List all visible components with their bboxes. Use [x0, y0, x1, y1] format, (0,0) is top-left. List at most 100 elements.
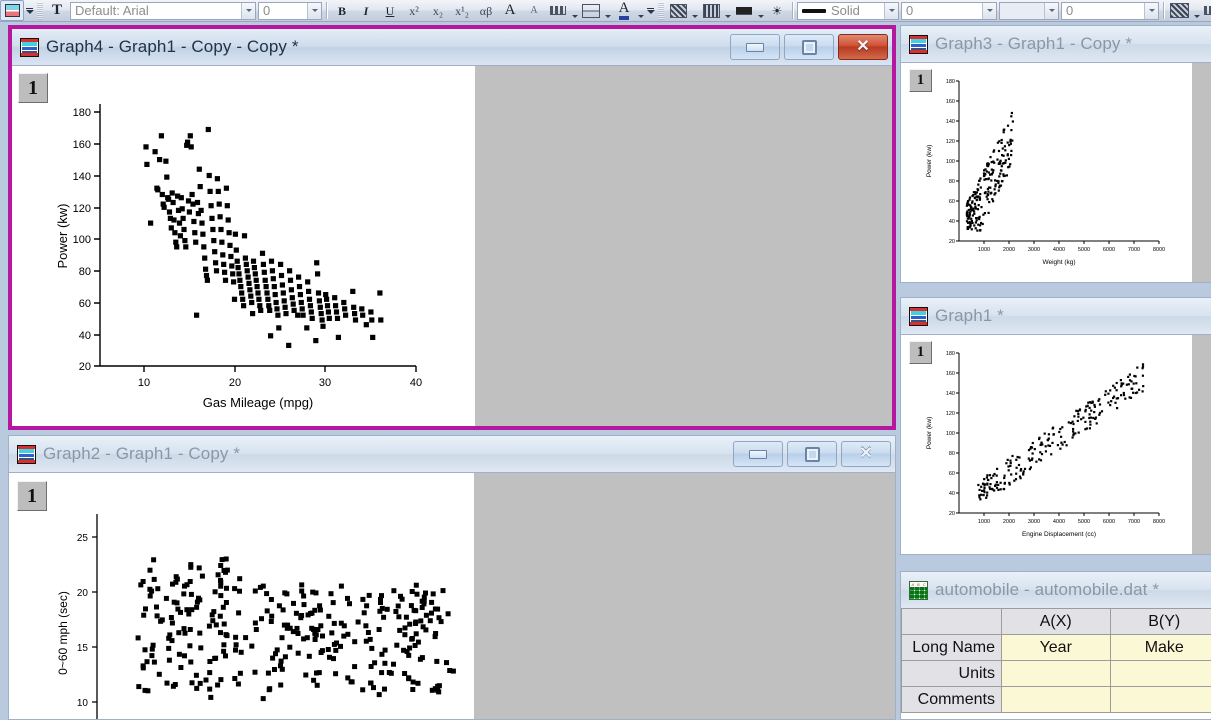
toolbar-grip[interactable]: [37, 1, 43, 20]
svg-text:140: 140: [946, 119, 955, 125]
window-graph1-titlebar[interactable]: Graph1 *: [901, 298, 1211, 334]
hatch-fill-icon[interactable]: [1167, 0, 1192, 21]
arrow-style-combo[interactable]: [999, 1, 1059, 20]
svg-text:140: 140: [946, 391, 955, 397]
font-size-dropdown-arrow[interactable]: [307, 2, 321, 19]
window-graph3-titlebar[interactable]: Graph3 - Graph1 - Copy *: [901, 26, 1211, 62]
svg-text:Weight (kg): Weight (kg): [1042, 259, 1075, 266]
worksheet-table[interactable]: A(X) B(Y) Long Name Year Make Units Comm…: [901, 608, 1211, 713]
svg-text:6000: 6000: [1103, 519, 1115, 525]
font-color-button[interactable]: A: [612, 0, 636, 21]
graph3-plot[interactable]: 180 160 140 120 100 80 60 40 20 1000 2000 3000 4…: [901, 63, 1192, 278]
pattern-dropdown-arrow[interactable]: [723, 0, 732, 21]
column-header-b[interactable]: B(Y): [1109, 608, 1211, 635]
cell-units-a[interactable]: [1001, 660, 1111, 687]
brightness-icon[interactable]: ☀: [765, 0, 789, 21]
hatch-fill-dropdown-arrow[interactable]: [1192, 0, 1201, 21]
worksheet-corner-cell[interactable]: [901, 608, 1002, 635]
svg-text:40: 40: [79, 330, 91, 342]
cell-comments-b[interactable]: [1109, 686, 1211, 713]
arrow-style-dropdown-arrow[interactable]: [1044, 2, 1058, 19]
toolbar-overflow-button[interactable]: [24, 1, 35, 20]
text-tool-icon[interactable]: [0, 0, 24, 21]
grid-lines-icon[interactable]: [1201, 0, 1211, 21]
maximize-button[interactable]: [784, 34, 834, 60]
window-graph2-body[interactable]: 1 25 20 15 10 0~60 mph (sec): [9, 472, 895, 719]
line-color-icon[interactable]: [732, 0, 756, 21]
fill-color-dropdown-arrow[interactable]: [690, 0, 699, 21]
font-color-dropdown-arrow[interactable]: [636, 0, 645, 21]
subscript-button[interactable]: x₂: [426, 0, 450, 21]
window-graph2-titlebar[interactable]: Graph2 - Graph1 - Copy * ✕: [9, 436, 895, 472]
row-header-units[interactable]: Units: [901, 660, 1002, 687]
row-header-comments[interactable]: Comments: [901, 686, 1002, 713]
window-graph1-title: Graph1 *: [935, 306, 1004, 325]
graph-icon: [20, 37, 39, 57]
svg-text:3000: 3000: [1028, 247, 1040, 253]
line-width-dropdown-arrow[interactable]: [982, 2, 996, 19]
symbol-size-combo[interactable]: 0: [1061, 1, 1159, 20]
align-text-button[interactable]: [546, 0, 570, 21]
svg-text:Power (kw): Power (kw): [55, 203, 70, 268]
window-graph4[interactable]: Graph4 - Graph1 - Copy - Copy * ✕ 1 180 …: [8, 25, 896, 430]
window-graph1[interactable]: Graph1 * 1 180 160 140 120 100 80 60 40 …: [900, 297, 1211, 555]
increase-font-button[interactable]: A: [498, 0, 522, 21]
cell-long-name-b[interactable]: Make: [1109, 634, 1211, 661]
svg-text:160: 160: [946, 99, 955, 105]
graph-icon: [17, 444, 36, 464]
svg-text:160: 160: [946, 371, 955, 377]
window-worksheet-frame: ABC automobile - automobile.dat * A(X) B…: [900, 571, 1211, 720]
window-graph1-body[interactable]: 1 180 160 140 120 100 80 60 40 20 1000 2…: [901, 334, 1211, 554]
window-graph4-titlebar[interactable]: Graph4 - Graph1 - Copy - Copy * ✕: [12, 29, 892, 65]
subsuperscript-button[interactable]: x¹₂: [450, 0, 474, 21]
window-graph3[interactable]: Graph3 - Graph1 - Copy * 1 180 160 140 1…: [900, 25, 1211, 283]
close-button[interactable]: ✕: [841, 441, 891, 467]
row-header-long-name[interactable]: Long Name: [901, 634, 1002, 661]
underline-button[interactable]: U: [378, 0, 402, 21]
italic-button[interactable]: I: [354, 0, 378, 21]
line-style-combo[interactable]: Solid: [797, 1, 899, 20]
window-worksheet[interactable]: ABC automobile - automobile.dat * A(X) B…: [900, 571, 1211, 720]
symbol-size-dropdown-arrow[interactable]: [1144, 2, 1158, 19]
text-toolbar-overflow-button[interactable]: [645, 1, 656, 20]
font-size-combo[interactable]: 0: [258, 1, 322, 20]
svg-text:Gas Mileage (mpg): Gas Mileage (mpg): [203, 395, 314, 410]
window-worksheet-titlebar[interactable]: ABC automobile - automobile.dat *: [901, 572, 1211, 608]
svg-text:8000: 8000: [1153, 247, 1165, 253]
bold-button[interactable]: B: [330, 0, 354, 21]
svg-text:6000: 6000: [1103, 247, 1115, 253]
window-graph4-title: Graph4 - Graph1 - Copy - Copy *: [46, 37, 299, 56]
line-color-dropdown-arrow[interactable]: [756, 0, 765, 21]
font-name-combo[interactable]: Default: Arial: [70, 1, 256, 20]
minimize-button[interactable]: [733, 441, 783, 467]
superscript-button[interactable]: x²: [402, 0, 426, 21]
font-name-dropdown-arrow[interactable]: [241, 2, 255, 19]
window-graph3-body[interactable]: 1 180 160 140 120 100 80 60 40 20 1000 2…: [901, 62, 1211, 282]
minimize-button[interactable]: [730, 34, 780, 60]
line-spacing-button[interactable]: [579, 0, 603, 21]
close-button[interactable]: ✕: [838, 34, 888, 60]
column-header-a[interactable]: A(X): [1001, 608, 1111, 635]
cell-long-name-a[interactable]: Year: [1001, 634, 1111, 661]
decrease-font-button[interactable]: A: [522, 0, 546, 21]
align-dropdown-arrow[interactable]: [570, 0, 579, 21]
pattern-icon[interactable]: [699, 0, 723, 21]
fill-color-icon[interactable]: [666, 0, 690, 21]
symbol-size-value: 0: [1066, 2, 1074, 18]
graph4-plot[interactable]: 180 160 140 120 100 80 60 40 20 10 20 30 40 Gas …: [12, 66, 475, 424]
window-graph2[interactable]: Graph2 - Graph1 - Copy * ✕ 1 25 20 15 10…: [8, 435, 896, 720]
greek-button[interactable]: αβ: [474, 0, 498, 21]
window-graph4-body[interactable]: 1 180 160 140 120 100 80 60 40 20 10 20 …: [12, 65, 892, 426]
style-toolbar-grip[interactable]: [658, 1, 664, 20]
line-width-combo[interactable]: 0: [901, 1, 997, 20]
line-spacing-dropdown-arrow[interactable]: [603, 0, 612, 21]
worksheet-grid[interactable]: A(X) B(Y) Long Name Year Make Units Comm…: [901, 608, 1211, 719]
graph2-plot[interactable]: 25 20 15 10 0~60 mph (sec): [9, 473, 474, 719]
cell-comments-a[interactable]: [1001, 686, 1111, 713]
graph1-plot[interactable]: 180 160 140 120 100 80 60 40 20 1000 2000 3000 4…: [901, 335, 1192, 550]
window-worksheet-title: automobile - automobile.dat *: [935, 580, 1160, 599]
svg-text:80: 80: [949, 451, 955, 457]
cell-units-b[interactable]: [1109, 660, 1211, 687]
maximize-button[interactable]: [787, 441, 837, 467]
line-style-dropdown-arrow[interactable]: [884, 2, 898, 19]
